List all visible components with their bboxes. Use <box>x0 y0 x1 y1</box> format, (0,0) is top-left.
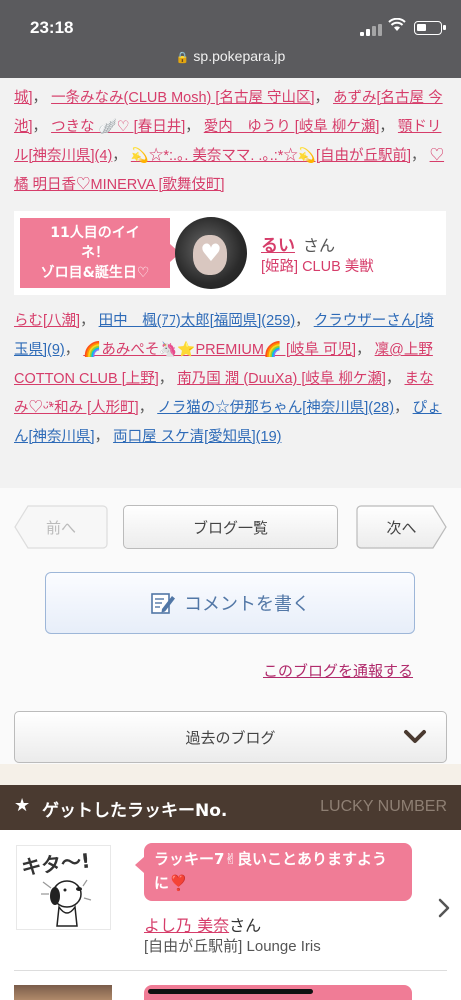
liker-link[interactable]: 🌈あみぺそ🦄⭐PREMIUM🌈 [岐阜 可児] <box>83 342 356 358</box>
star-icon: ★ <box>14 795 31 816</box>
featured-liker-card[interactable]: 11人目のイイ ネ！ ゾロ目&誕生日♡ ♥ るい さん [姫路] CLUB 美獣 <box>14 211 446 295</box>
battery-icon <box>414 21 446 35</box>
featured-name: るい さん <box>261 231 335 256</box>
badge-line: ゾロ目&誕生日♡ <box>40 265 150 281</box>
lucky-title-en: LUCKY NUMBER <box>320 798 447 815</box>
liker-link[interactable]: 💫☆*:.｡. 美奈ママ. .｡.:*☆💫[自由が丘駅前] <box>131 148 411 164</box>
dog-illustration <box>41 879 92 927</box>
liker-link[interactable]: 愛内 ゆうり [岐阜 柳ケ瀬] <box>204 119 380 135</box>
section-spacer <box>0 764 461 785</box>
write-comment-button[interactable]: コメントを書く <box>45 572 415 634</box>
liker-list-bottom: らむ[八潮]， 田中 楓(ｱﾌ)太郎[福岡県](259)， クラウザーさん[埼玉… <box>14 313 442 445</box>
clock: 23:18 <box>30 18 74 37</box>
home-indicator[interactable] <box>148 989 313 994</box>
lucky-user-name: よし乃 美奈さん <box>144 912 261 936</box>
badge-line: ネ！ <box>81 245 109 261</box>
lucky-title: ゲットしたラッキーNo. <box>42 801 228 821</box>
liker-link[interactable]: らむ[八潮] <box>14 313 80 329</box>
divider <box>14 970 447 971</box>
featured-name-link[interactable]: るい <box>261 236 295 256</box>
blog-list-button[interactable]: ブログ一覧 <box>123 505 338 549</box>
next-stamp-image <box>14 985 112 1000</box>
liker-link[interactable]: 両口屋 スケ清[愛知県](19) <box>113 429 281 445</box>
next-label: 次へ <box>386 518 417 537</box>
report-blog-link[interactable]: このブログを通報する <box>263 660 413 681</box>
url-text: sp.pokepara.jp <box>193 48 286 64</box>
milestone-badge: 11人目のイイ ネ！ ゾロ目&誕生日♡ <box>20 218 180 288</box>
lucky-user-shop: [自由が丘駅前] Lounge Iris <box>144 938 321 955</box>
edit-icon <box>151 593 175 614</box>
lucky-number-header: ★ ゲットしたラッキーNo. LUCKY NUMBER <box>0 785 461 830</box>
lock-icon: 🔒 <box>175 52 190 64</box>
liker-link[interactable]: 一条みなみ(CLUB Mosh) [名古屋 守山区] <box>51 90 314 106</box>
honorific: さん <box>303 236 336 255</box>
signal-icon <box>360 24 382 36</box>
badge-line: 11人目のイイ <box>50 225 140 241</box>
chevron-right-icon[interactable] <box>436 897 452 919</box>
lucky-message-bubble: ラッキー7✌良いことありますように❣️ <box>135 843 412 901</box>
prev-label: 前へ <box>45 518 76 537</box>
featured-shop: [姫路] CLUB 美獣 <box>261 259 374 275</box>
liker-list-top: 城]， 一条みなみ(CLUB Mosh) [名古屋 守山区]， あずみ[名古屋 … <box>14 90 445 193</box>
liker-link[interactable]: ノラ猫の☆伊那ちゃん[神奈川県](28) <box>157 400 394 416</box>
liker-link[interactable]: つきな 🪽♡ [春日井] <box>51 119 185 135</box>
comment-label: コメントを書く <box>184 594 310 615</box>
past-blogs-label: 過去のブログ <box>185 728 276 747</box>
liker-link[interactable]: 田中 楓(ｱﾌ)太郎[福岡県](259) <box>99 313 296 329</box>
status-bar: 23:18 🔒 sp.pokepara.jp <box>0 0 461 78</box>
past-blogs-dropdown[interactable]: 過去のブログ <box>14 711 447 763</box>
url-bar[interactable]: 🔒 sp.pokepara.jp <box>0 48 461 64</box>
wifi-icon <box>388 17 406 36</box>
liker-link[interactable]: 城] <box>14 90 33 106</box>
avatar[interactable]: ♥ <box>175 217 247 289</box>
lucky-user-link[interactable]: よし乃 美奈 <box>144 916 229 935</box>
prev-button[interactable]: 前へ <box>14 505 108 549</box>
stamp-image: キタ〜! <box>16 845 111 930</box>
next-button[interactable]: 次へ <box>356 505 447 549</box>
honorific: さん <box>229 916 262 935</box>
heart-icon: ♥ <box>200 239 222 267</box>
liker-link[interactable]: 南乃国 潤 (DuuXa) [岐阜 柳ケ瀬] <box>177 371 386 387</box>
chevron-down-icon <box>404 730 426 743</box>
